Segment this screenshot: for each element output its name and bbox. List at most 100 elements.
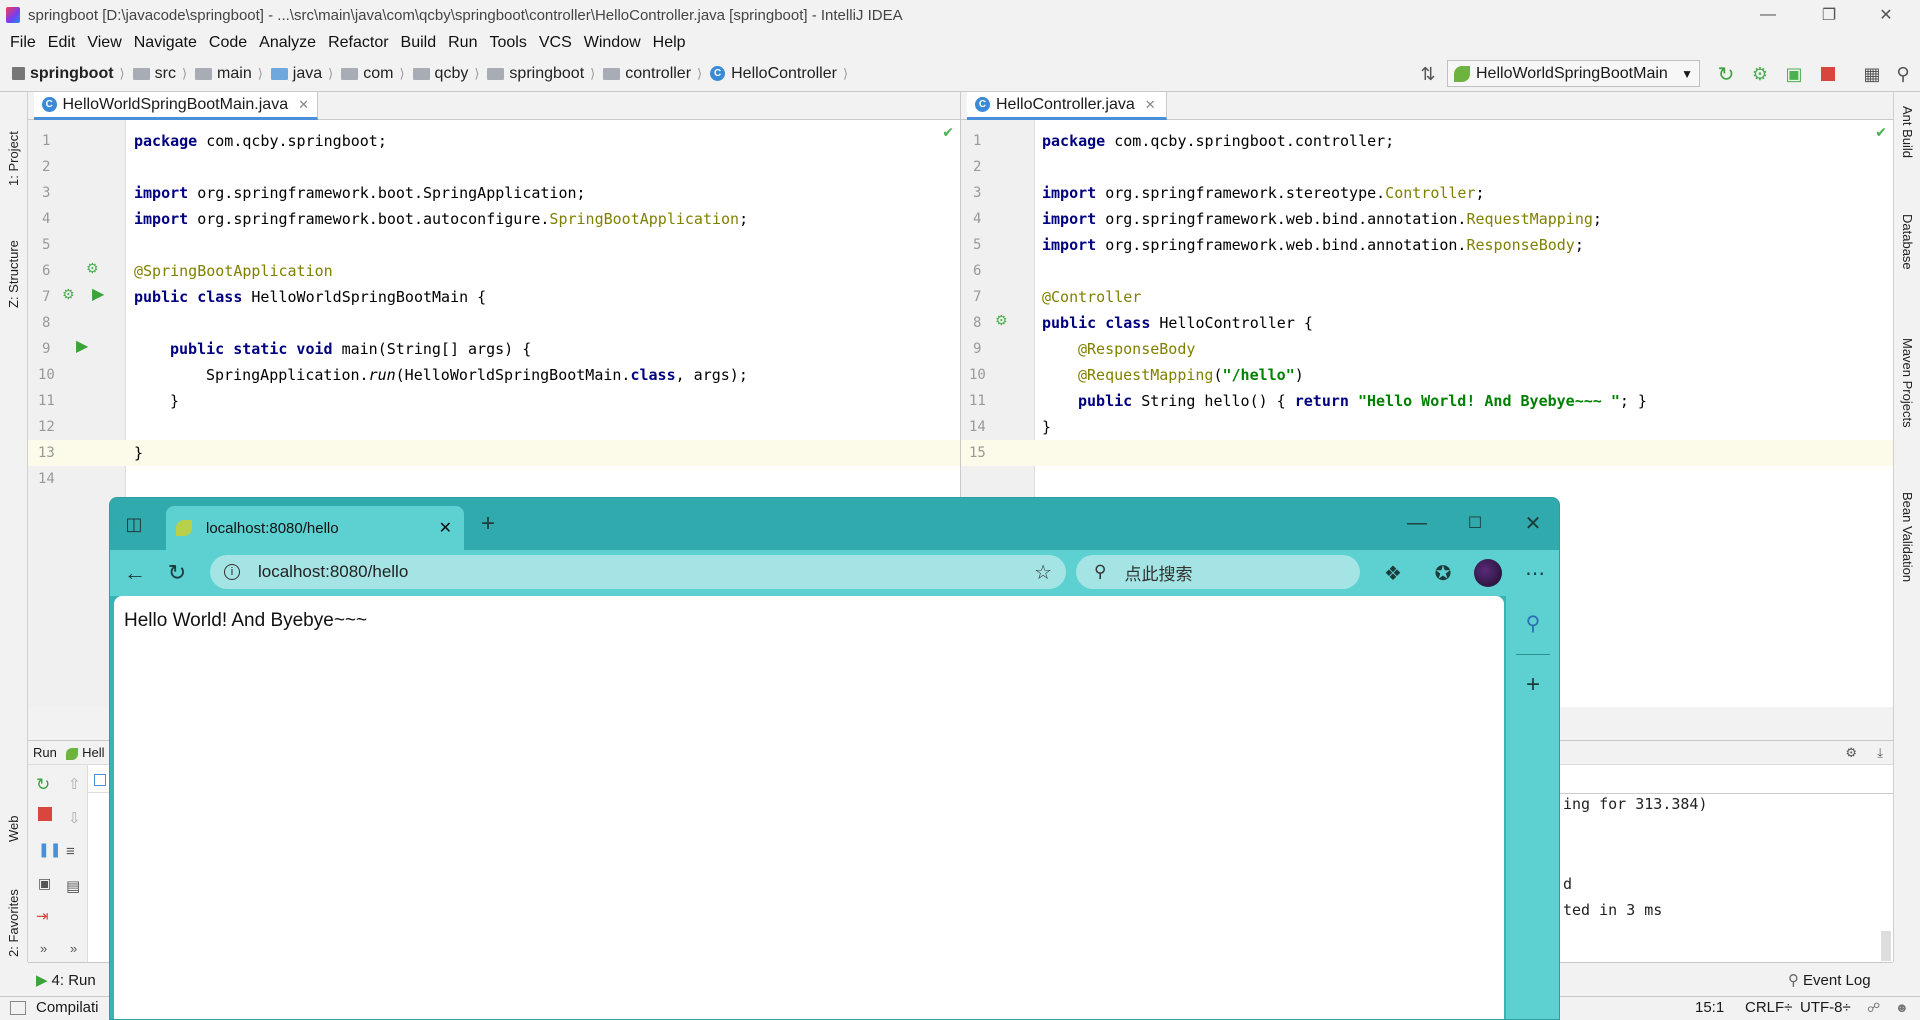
refresh-icon[interactable]: ↻ xyxy=(162,558,192,588)
close-window-icon[interactable]: ✕ xyxy=(1518,508,1548,538)
menu-file[interactable]: File xyxy=(4,34,42,52)
file-encoding[interactable]: UTF-8÷ xyxy=(1800,999,1851,1016)
tab-web[interactable]: Web xyxy=(6,782,21,843)
project-structure-icon[interactable]: ▦ xyxy=(1862,64,1882,84)
info-icon[interactable]: i xyxy=(224,564,240,580)
breadcrumb-item-src[interactable]: src ⟩ xyxy=(132,65,191,83)
menu-view[interactable]: View xyxy=(81,34,127,52)
extensions-icon[interactable]: ❖ xyxy=(1378,558,1408,588)
close-tab-icon[interactable]: ✕ xyxy=(298,97,309,113)
tab-project[interactable]: 1: Project xyxy=(6,106,21,186)
tab-hello-controller[interactable]: C HelloController.java ✕ xyxy=(967,92,1167,120)
arrow-up-icon[interactable]: ⇧ xyxy=(68,775,81,793)
close-tab-icon[interactable]: ✕ xyxy=(439,518,452,538)
build-project-icon[interactable]: ⇅ xyxy=(1418,64,1438,84)
tab-structure[interactable]: Z: Structure xyxy=(6,218,21,308)
back-arrow-icon[interactable]: ← xyxy=(120,558,150,588)
browser-window: ◫ localhost:8080/hello ✕ + — ☐ ✕ ← ↻ i l… xyxy=(109,497,1560,1020)
window-title: springboot [D:\javacode\springboot] - ..… xyxy=(28,6,903,24)
tab-favorites[interactable]: 2: Favorites xyxy=(6,857,21,957)
run-tab-label[interactable]: Hell xyxy=(82,745,104,760)
run-gutter-icon[interactable]: ▶ xyxy=(92,284,104,304)
close-tab-icon[interactable]: ✕ xyxy=(1145,97,1156,113)
menu-run[interactable]: Run xyxy=(442,34,483,52)
console-line: ted in 3 ms xyxy=(1563,901,1663,919)
menu-tools[interactable]: Tools xyxy=(483,34,532,52)
favorite-star-icon[interactable]: ☆ xyxy=(1034,560,1052,585)
maximize-icon[interactable]: ☐ xyxy=(1460,508,1490,538)
spring-bean-icon[interactable]: ⚙ xyxy=(62,286,75,303)
more-menu-icon[interactable]: ⋯ xyxy=(1520,558,1550,588)
menu-build[interactable]: Build xyxy=(395,34,443,52)
tab-database[interactable]: Database xyxy=(1900,214,1915,270)
cursor-position[interactable]: 15:1 xyxy=(1695,999,1724,1016)
browser-tab[interactable]: localhost:8080/hello ✕ xyxy=(166,506,464,550)
breadcrumb-item-java[interactable]: java ⟩ xyxy=(270,65,337,83)
spring-bean-icon[interactable]: ⚙ xyxy=(86,260,99,277)
exit-icon[interactable]: ⇥ xyxy=(36,907,49,925)
soft-wrap-icon[interactable]: ≡ xyxy=(66,843,75,860)
menu-edit[interactable]: Edit xyxy=(42,34,82,52)
breadcrumb-item-qcby[interactable]: qcby ⟩ xyxy=(412,65,484,83)
code-line: @SpringBootApplication xyxy=(134,262,333,280)
module-icon xyxy=(12,67,25,80)
menu-window[interactable]: Window xyxy=(578,34,647,52)
hide-panel-icon[interactable]: ⤓ xyxy=(1877,741,1883,765)
breadcrumb-item-springboot[interactable]: springboot ⟩ xyxy=(12,65,129,83)
scroll-to-end-icon[interactable]: ▤ xyxy=(66,877,80,895)
rerun-icon[interactable]: ↻ xyxy=(1716,64,1736,86)
tab-event-log[interactable]: ⚲ Event Log xyxy=(1788,968,1871,992)
breadcrumb-item-springboot-pkg[interactable]: springboot ⟩ xyxy=(487,65,599,83)
line-separator[interactable]: CRLF÷ xyxy=(1745,999,1792,1016)
camera-icon[interactable]: ▣ xyxy=(38,875,51,892)
stop-icon[interactable] xyxy=(38,807,52,821)
favorites-icon[interactable]: ✪ xyxy=(1428,558,1458,588)
tab-ant-build[interactable]: Ant Build xyxy=(1900,106,1915,158)
new-tab-icon[interactable]: + xyxy=(476,510,500,537)
menu-navigate[interactable]: Navigate xyxy=(128,34,203,52)
spring-boot-icon xyxy=(1454,65,1470,82)
pause-icon[interactable]: ❚❚ xyxy=(38,841,61,858)
breadcrumb-item-main[interactable]: main ⟩ xyxy=(195,65,267,83)
run-gutter-icon[interactable]: ▶ xyxy=(76,336,88,356)
tab-run[interactable]: ▶ 4: Run xyxy=(36,968,96,992)
menu-code[interactable]: Code xyxy=(203,34,253,52)
add-sidebar-app-icon[interactable]: + xyxy=(1518,670,1548,700)
search-everywhere-icon[interactable]: ⚲ xyxy=(1893,64,1913,84)
menu-help[interactable]: Help xyxy=(647,34,692,52)
menu-analyze[interactable]: Analyze xyxy=(253,34,322,52)
avatar[interactable] xyxy=(1473,558,1503,588)
scrollbar[interactable] xyxy=(1881,931,1891,961)
address-bar[interactable]: i localhost:8080/hello ☆ xyxy=(210,555,1066,589)
more-icon[interactable]: » xyxy=(70,941,77,956)
current-code-line xyxy=(1035,440,1893,466)
tab-actions-icon[interactable]: ◫ xyxy=(122,512,146,536)
arrow-down-icon[interactable]: ⇩ xyxy=(68,809,81,827)
rerun-icon[interactable]: ↻ xyxy=(36,775,50,795)
close-icon[interactable]: ✕ xyxy=(1858,0,1914,30)
breadcrumb-item-hellocontroller[interactable]: C HelloController ⟩ xyxy=(710,65,852,83)
lock-icon[interactable]: ☍ xyxy=(1867,1000,1880,1016)
spring-bean-icon[interactable]: ⚙ xyxy=(995,312,1008,329)
code-line: @RequestMapping("/hello") xyxy=(1078,366,1304,384)
tab-hello-world-main[interactable]: C HelloWorldSpringBootMain.java ✕ xyxy=(34,92,318,120)
search-icon[interactable]: ⚲ xyxy=(1518,608,1548,638)
breadcrumb-item-com[interactable]: com ⟩ xyxy=(341,65,408,83)
coverage-icon[interactable]: ▣ xyxy=(1784,64,1804,84)
debug-icon[interactable]: ⚙ xyxy=(1750,64,1770,84)
breadcrumb-item-controller[interactable]: controller ⟩ xyxy=(603,65,706,83)
more-icon[interactable]: » xyxy=(40,941,47,956)
menu-refactor[interactable]: Refactor xyxy=(322,34,394,52)
run-configuration-select[interactable]: HelloWorldSpringBootMain ▼ xyxy=(1447,60,1700,87)
stop-icon[interactable] xyxy=(1818,64,1838,84)
restore-icon[interactable]: ❐ xyxy=(1801,0,1857,30)
settings-gear-icon[interactable]: ⚙ xyxy=(1845,741,1857,765)
minimize-icon[interactable]: — xyxy=(1740,0,1796,30)
tab-maven-projects[interactable]: Maven Projects xyxy=(1900,338,1915,428)
inspector-icon[interactable]: ☻ xyxy=(1895,1000,1909,1015)
menu-vcs[interactable]: VCS xyxy=(533,34,578,52)
tab-bean-validation[interactable]: Bean Validation xyxy=(1900,492,1915,582)
search-box[interactable]: ⚲ 点此搜索 xyxy=(1076,555,1360,589)
toggle-tool-windows-icon[interactable] xyxy=(10,1001,26,1015)
minimize-icon[interactable]: — xyxy=(1402,508,1432,538)
